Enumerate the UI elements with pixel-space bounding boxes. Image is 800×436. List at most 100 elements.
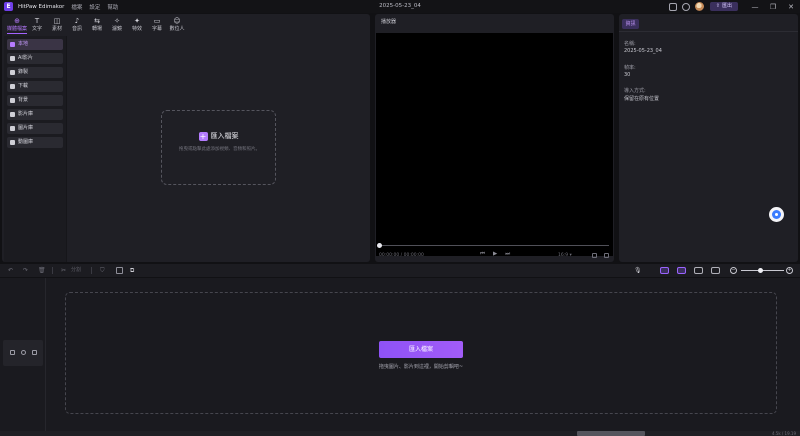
aspect-ratio-select[interactable]: 16:9 ▾ bbox=[558, 253, 572, 258]
import-drop-area[interactable]: + 匯入檔案 拖曳或點擊此處添加視頻、音頻和照片。 bbox=[161, 110, 276, 185]
sidebar-item[interactable]: 錄製 bbox=[7, 67, 63, 78]
tool-label: 文字 bbox=[31, 26, 42, 32]
timeline-import-button[interactable]: 匯入檔案 bbox=[379, 341, 463, 358]
fullscreen-icon[interactable] bbox=[604, 253, 609, 258]
export-icon: ⇪ bbox=[715, 3, 720, 9]
magnet-snap-toggle[interactable] bbox=[660, 267, 669, 274]
progress-knob[interactable] bbox=[377, 243, 382, 248]
export-label: 匯出 bbox=[721, 3, 732, 9]
document-title: 2025-05-23_04 bbox=[379, 3, 421, 9]
snapshot-icon[interactable] bbox=[592, 253, 597, 258]
progress-track[interactable] bbox=[379, 245, 609, 246]
link-toggle[interactable] bbox=[677, 267, 686, 274]
subtitle-icon: ▭ bbox=[153, 17, 161, 25]
track-header bbox=[3, 340, 43, 366]
tool-label: 濾鏡 bbox=[111, 26, 122, 32]
sidebar-item-icon bbox=[10, 42, 15, 47]
title-bar-actions: ⇪ 匯出 — ❐ ✕ bbox=[664, 0, 800, 13]
sidebar-item-icon bbox=[10, 84, 15, 89]
tab-media[interactable]: ⊕ 媒體檔案 bbox=[7, 15, 27, 34]
time-current: 00:00:00 bbox=[379, 253, 400, 258]
feedback-icon[interactable] bbox=[668, 2, 677, 11]
timeline-toolbar: ↶ ↷ 🗑 ✂ 分割 ⛉ ⧉ 🎙 bbox=[0, 264, 800, 277]
menu-help[interactable]: 幫助 bbox=[107, 3, 118, 11]
sidebar-item[interactable]: AI影片 bbox=[7, 53, 63, 64]
sticker-icon: ◫ bbox=[53, 17, 61, 25]
split-icon[interactable]: ✂ bbox=[61, 267, 66, 274]
sidebar-item[interactable]: 背景 bbox=[7, 95, 63, 106]
play-button[interactable]: ▶ bbox=[493, 251, 497, 258]
tab-subtitle[interactable]: ▭ 字幕 bbox=[147, 15, 167, 34]
sidebar-item-label: 本地 bbox=[18, 41, 29, 47]
sidebar-item-icon bbox=[10, 126, 15, 131]
sidebar-item-icon bbox=[10, 112, 15, 117]
time-readout: 00:00:00 / 00:00:00 bbox=[379, 253, 424, 258]
sidebar-item-label: 下載 bbox=[18, 83, 29, 89]
timeline-scrollbar[interactable] bbox=[577, 431, 645, 436]
toolbar-separator bbox=[91, 267, 92, 274]
audio-icon: ♪ bbox=[74, 17, 80, 25]
microphone-icon[interactable]: 🎙 bbox=[634, 267, 642, 274]
zoom-out-button[interactable]: − bbox=[730, 267, 737, 274]
tab-effect[interactable]: ✦ 特效 bbox=[127, 15, 147, 34]
preview-track-icon[interactable] bbox=[711, 267, 720, 274]
minimize-button[interactable]: — bbox=[746, 3, 764, 11]
sidebar-item[interactable]: 動圖庫 bbox=[7, 137, 63, 148]
smart-cut-icon[interactable]: ⧉ bbox=[130, 267, 134, 274]
info-panel: 資訊 名稱: 2025-05-23_04 幀率: 30 導入方式: 保留在原有位… bbox=[619, 14, 798, 262]
previous-frame-button[interactable]: ⏮ bbox=[480, 251, 485, 258]
tab-filter[interactable]: ✧ 濾鏡 bbox=[107, 15, 127, 34]
export-button[interactable]: ⇪ 匯出 bbox=[709, 2, 738, 11]
timeline-scrollbar-track[interactable] bbox=[0, 431, 800, 436]
shield-icon[interactable]: ⛉ bbox=[100, 267, 105, 274]
split-label[interactable]: 分割 bbox=[71, 267, 81, 274]
sidebar-item-icon bbox=[10, 98, 15, 103]
import-title[interactable]: + 匯入檔案 bbox=[162, 131, 275, 141]
tab-sticker[interactable]: ◫ 素材 bbox=[47, 15, 67, 34]
chain-icon[interactable] bbox=[694, 267, 703, 274]
sidebar-item-label: 動圖庫 bbox=[18, 139, 34, 145]
zoom-in-button[interactable]: + bbox=[786, 267, 793, 274]
track-divider bbox=[45, 278, 46, 432]
redo-icon[interactable]: ↷ bbox=[23, 267, 28, 274]
menu-file[interactable]: 檔案 bbox=[71, 3, 82, 11]
sidebar-item-icon bbox=[10, 70, 15, 75]
delete-icon[interactable]: 🗑 bbox=[38, 267, 46, 274]
info-label-import-mode: 導入方式: bbox=[624, 88, 646, 94]
sidebar-item-label: 圖片庫 bbox=[18, 125, 34, 131]
sidebar-item[interactable]: 影片庫 bbox=[7, 109, 63, 120]
tool-label: 數位人 bbox=[169, 26, 185, 32]
sidebar-item[interactable]: 圖片庫 bbox=[7, 123, 63, 134]
title-bar: E HitPaw Edimakor 檔案 設定 幫助 2025-05-23_04… bbox=[0, 0, 800, 13]
undo-icon[interactable]: ↶ bbox=[8, 267, 13, 274]
tab-audio[interactable]: ♪ 音訊 bbox=[67, 15, 87, 34]
track-mute-icon[interactable] bbox=[32, 350, 37, 355]
tool-label: 素材 bbox=[51, 26, 62, 32]
tab-avatar-person[interactable]: ☺ 數位人 bbox=[167, 15, 187, 34]
user-avatar[interactable] bbox=[694, 2, 704, 11]
menu-settings[interactable]: 設定 bbox=[89, 3, 100, 11]
time-total: 00:00:00 bbox=[403, 253, 424, 258]
zoom-slider-knob[interactable] bbox=[757, 268, 763, 273]
playback-controls: ⏮ ▶ ⏭ bbox=[480, 251, 510, 258]
tool-label: 音訊 bbox=[71, 26, 82, 32]
download-icon[interactable] bbox=[681, 2, 690, 11]
assistant-button[interactable] bbox=[769, 207, 784, 222]
next-frame-button[interactable]: ⏭ bbox=[505, 251, 510, 258]
tab-text[interactable]: T 文字 bbox=[27, 15, 47, 34]
maximize-button[interactable]: ❐ bbox=[764, 3, 782, 11]
tab-info[interactable]: 資訊 bbox=[622, 19, 639, 29]
avatar-person-icon: ☺ bbox=[173, 17, 181, 25]
tool-label: 媒體檔案 bbox=[7, 25, 28, 32]
sidebar-item[interactable]: 本地 bbox=[7, 39, 63, 50]
track-lock-icon[interactable] bbox=[10, 350, 15, 355]
track-visibility-icon[interactable] bbox=[21, 350, 26, 355]
text-to-speech-icon[interactable] bbox=[116, 267, 123, 274]
tab-transition[interactable]: ⇆ 轉場 bbox=[87, 15, 107, 34]
sidebar-item-label: 影片庫 bbox=[18, 111, 34, 117]
app-name: HitPaw Edimakor bbox=[18, 3, 65, 10]
close-button[interactable]: ✕ bbox=[782, 3, 800, 11]
sidebar-item-label: AI影片 bbox=[18, 55, 33, 61]
sidebar-item[interactable]: 下載 bbox=[7, 81, 63, 92]
sidebar-item-icon bbox=[10, 56, 15, 61]
